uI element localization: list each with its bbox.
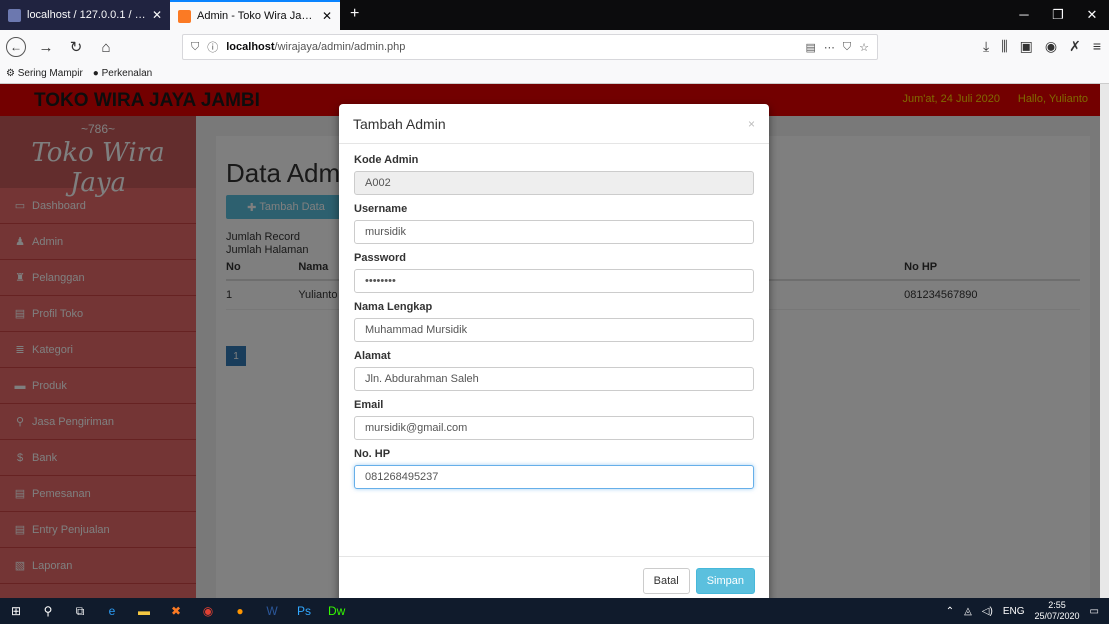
bookmark-perkenalan[interactable]: ● Perkenalan xyxy=(93,68,152,79)
no-hp-field[interactable] xyxy=(354,465,754,489)
url-host: localhost xyxy=(226,41,275,53)
password-field[interactable] xyxy=(354,269,754,293)
language-indicator[interactable]: ENG xyxy=(1003,606,1025,617)
web-page: TOKO WIRA JAYA JAMBI Jum'at, 24 Juli 202… xyxy=(0,84,1100,598)
modal-title: Tambah Admin xyxy=(353,115,446,132)
bookmark-star-icon[interactable]: ☆ xyxy=(859,41,869,54)
form-group-username: Username xyxy=(354,203,754,244)
bookmark-label: Perkenalan xyxy=(101,68,153,79)
cancel-button[interactable]: Batal xyxy=(642,567,690,594)
bookmark-sering-mampir[interactable]: ⚙ Sering Mampir xyxy=(6,68,83,79)
tab-phpmyadmin[interactable]: localhost / 127.0.0.1 / db_hamb ✕ xyxy=(0,0,170,30)
edge-icon[interactable]: e xyxy=(104,604,120,618)
file-explorer-icon[interactable]: ▬ xyxy=(136,604,152,618)
info-icon[interactable]: ⓘ xyxy=(207,39,218,55)
add-admin-modal: Tambah Admin × Kode Admin Username Passw… xyxy=(339,104,769,598)
field-label: No. HP xyxy=(354,448,391,460)
clock-date: 25/07/2020 xyxy=(1034,611,1080,621)
form-group-alamat: Alamat xyxy=(354,350,754,391)
extension-icon[interactable]: ✗ xyxy=(1069,38,1081,55)
phpmyadmin-icon xyxy=(8,8,21,22)
modal-footer: Batal Simpan xyxy=(339,556,769,598)
minimize-icon[interactable]: ─ xyxy=(1007,0,1041,30)
close-tab-icon[interactable]: ✕ xyxy=(322,9,332,23)
shield-icon[interactable]: ⛉ xyxy=(191,41,199,54)
volume-icon[interactable]: ◁) xyxy=(982,606,993,617)
network-icon[interactable]: ◬ xyxy=(964,606,972,617)
url-bar[interactable]: ⛉ ⓘ localhost/wirajaya/admin/admin.php ▤… xyxy=(182,34,878,60)
save-button[interactable]: Simpan xyxy=(695,567,755,594)
form-group-password: Password xyxy=(354,252,754,293)
form-group-email: Email xyxy=(354,399,754,440)
tab-admin[interactable]: Admin - Toko Wira Jaya Jambi ✕ xyxy=(170,0,340,30)
notification-icon[interactable]: ▭ xyxy=(1090,606,1099,617)
window-controls: ─ ❐ ✕ xyxy=(1007,0,1109,30)
url-path: /wirajaya/admin/admin.php xyxy=(274,41,406,53)
download-icon[interactable]: ⤓ xyxy=(983,38,989,55)
xampp-icon[interactable]: ✖ xyxy=(168,604,184,618)
bookmark-label: Sering Mampir xyxy=(17,68,83,79)
chrome-icon[interactable]: ◉ xyxy=(200,604,216,618)
modal-body: Kode Admin Username Password Nama Lengka… xyxy=(339,144,769,489)
browser-nav-bar: ← → ↻ ⌂ ⛉ ⓘ localhost/wirajaya/admin/adm… xyxy=(0,30,1109,64)
home-icon[interactable]: ⌂ xyxy=(96,39,116,56)
dreamweaver-icon[interactable]: Dw xyxy=(328,604,345,618)
search-icon[interactable]: ⚲ xyxy=(40,604,56,618)
form-group-kode: Kode Admin xyxy=(354,154,754,195)
username-field[interactable] xyxy=(354,220,754,244)
form-group-nama: Nama Lengkap xyxy=(354,301,754,342)
word-icon[interactable]: W xyxy=(264,604,280,618)
browser-tab-bar: localhost / 127.0.0.1 / db_hamb ✕ Admin … xyxy=(0,0,1109,30)
field-label: Nama Lengkap xyxy=(354,301,433,313)
task-view-icon[interactable]: ⧉ xyxy=(72,604,88,619)
chevron-up-icon[interactable]: ⌃ xyxy=(946,606,954,617)
screen: localhost / 127.0.0.1 / db_hamb ✕ Admin … xyxy=(0,0,1109,624)
back-icon[interactable]: ← xyxy=(6,37,26,57)
tab-label: localhost / 127.0.0.1 / db_hamb xyxy=(27,9,146,21)
email-field[interactable] xyxy=(354,416,754,440)
firefox-icon[interactable]: ● xyxy=(232,604,248,618)
reload-icon[interactable]: ↻ xyxy=(66,38,86,56)
close-icon[interactable]: × xyxy=(748,117,755,131)
page-actions-icon[interactable]: ⋯ xyxy=(824,41,835,54)
library-icon[interactable]: ⫼ xyxy=(1001,38,1007,55)
tab-label: Admin - Toko Wira Jaya Jambi xyxy=(197,10,316,22)
form-group-hp: No. HP xyxy=(354,448,754,489)
photoshop-icon[interactable]: Ps xyxy=(296,604,312,618)
bookmarks-bar: ⚙ Sering Mampir ● Perkenalan xyxy=(0,64,1109,84)
page-scrollbar[interactable] xyxy=(1100,84,1109,598)
clock[interactable]: 2:55 25/07/2020 xyxy=(1035,600,1080,622)
modal-header: Tambah Admin × xyxy=(339,104,769,144)
nama-lengkap-field[interactable] xyxy=(354,318,754,342)
close-tab-icon[interactable]: ✕ xyxy=(152,8,162,22)
kode-admin-field[interactable] xyxy=(354,171,754,195)
new-tab-button[interactable]: + xyxy=(340,0,369,30)
close-window-icon[interactable]: ✕ xyxy=(1075,0,1109,30)
sidebar-icon[interactable]: ▣ xyxy=(1020,38,1033,55)
reader-view-icon[interactable]: ▤ xyxy=(805,41,815,54)
field-label: Email xyxy=(354,399,384,411)
menu-icon[interactable]: ≡ xyxy=(1093,38,1101,55)
field-label: Kode Admin xyxy=(354,154,419,166)
windows-taskbar: ⊞ ⚲ ⧉ e ▬ ✖ ◉ ● W Ps Dw ⌃ ◬ ◁) ENG 2:55 … xyxy=(0,598,1109,624)
field-label: Password xyxy=(354,252,406,264)
system-tray: ⌃ ◬ ◁) ENG 2:55 25/07/2020 ▭ xyxy=(946,598,1099,624)
account-icon[interactable]: ◉ xyxy=(1045,38,1057,55)
field-label: Alamat xyxy=(354,350,391,362)
pocket-icon[interactable]: ⛉ xyxy=(843,41,851,54)
field-label: Username xyxy=(354,203,408,215)
alamat-field[interactable] xyxy=(354,367,754,391)
xampp-icon xyxy=(178,9,191,23)
forward-icon[interactable]: → xyxy=(36,39,56,56)
restore-icon[interactable]: ❐ xyxy=(1041,0,1075,30)
windows-start-icon[interactable]: ⊞ xyxy=(8,604,24,618)
clock-time: 2:55 xyxy=(1048,600,1066,610)
browser-toolbar-right: ⤓ ⫼ ▣ ◉ ✗ ≡ xyxy=(983,38,1101,55)
